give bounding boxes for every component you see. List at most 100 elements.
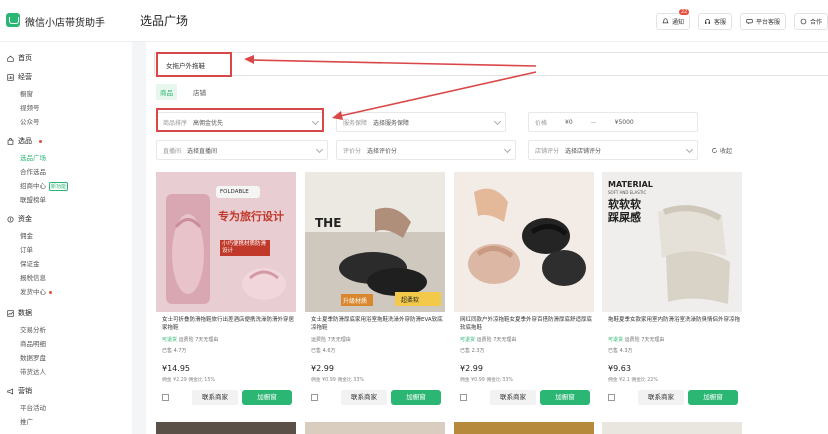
home-icon bbox=[7, 55, 14, 62]
sidebar-item-promotion[interactable]: 推广 bbox=[20, 416, 33, 426]
product-title[interactable]: 拖鞋夏季女款家用室内防滑浴室洗澡防臭情侣外穿凉拖 bbox=[608, 316, 740, 324]
tab-stores[interactable]: 店铺 bbox=[189, 84, 210, 100]
add-to-showcase-button[interactable]: 加橱窗 bbox=[688, 390, 738, 405]
sidebar-item-shipping-center[interactable]: 发货中心 bbox=[20, 286, 52, 296]
sidebar-group-marketing[interactable]: 营销 bbox=[7, 386, 32, 396]
qr-icon[interactable] bbox=[162, 394, 169, 401]
sidebar-item-showcase[interactable]: 橱窗 bbox=[20, 88, 33, 98]
add-to-showcase-button[interactable]: 加橱窗 bbox=[540, 390, 590, 405]
product-image[interactable]: FOLDABLE 专为旅行设计 小巧便携材质防滑设计 bbox=[156, 172, 296, 312]
rating-select[interactable]: 评价分 选择评价分 bbox=[336, 140, 516, 160]
qr-icon[interactable] bbox=[311, 394, 318, 401]
sidebar-item-official-account[interactable]: 公众号 bbox=[20, 116, 40, 126]
platform-service-button[interactable]: 平台客服 bbox=[739, 13, 786, 30]
product-card[interactable]: MATERIAL SOFT AND ELASTIC 软软软 踩屎感 拖鞋夏季女款… bbox=[602, 172, 742, 412]
filter-label: 服务保障 bbox=[343, 119, 368, 127]
sidebar-item-label: 招商中心 bbox=[20, 182, 46, 190]
handshake-icon bbox=[800, 18, 807, 25]
notification-dot bbox=[49, 290, 52, 294]
add-to-showcase-button[interactable]: 加橱窗 bbox=[391, 390, 441, 405]
product-tags: 可退货 运费险 7天无理由 bbox=[608, 336, 664, 343]
product-image[interactable]: THE 升级材质 超柔软 bbox=[305, 172, 445, 312]
product-commission: 佣金 ¥0.99 佣金比 33% bbox=[311, 378, 364, 383]
product-image-partial[interactable] bbox=[602, 422, 742, 434]
sidebar-group-operations[interactable]: 经营 bbox=[7, 72, 32, 82]
sidebar-item-trade-analysis[interactable]: 交易分析 bbox=[20, 324, 46, 334]
collapse-label: 收起 bbox=[720, 148, 733, 155]
product-image[interactable] bbox=[454, 172, 594, 312]
cooperation-label: 合作 bbox=[809, 19, 822, 26]
card-actions: 联系商家 加橱窗 bbox=[160, 390, 296, 406]
sidebar-item-product-details[interactable]: 商品明细 bbox=[20, 338, 46, 348]
notifications-button[interactable]: 通知 22 bbox=[655, 9, 690, 30]
sidebar-item-data-compass[interactable]: 数据罗盘 bbox=[20, 352, 46, 362]
sidebar-group-home[interactable]: 首页 bbox=[7, 53, 32, 63]
live-room-select[interactable]: 直播间 选择直播间 bbox=[156, 140, 328, 160]
service-select[interactable]: 服务保障 选择服务保障 bbox=[336, 112, 506, 132]
image-subline: 小巧便携材质防滑设计 bbox=[220, 240, 270, 256]
contact-merchant-button[interactable]: 联系商家 bbox=[341, 390, 387, 405]
sidebar-group-label: 经营 bbox=[18, 73, 32, 81]
sidebar-group-data[interactable]: 数据 bbox=[7, 308, 32, 318]
contact-merchant-button[interactable]: 联系商家 bbox=[192, 390, 238, 405]
sidebar-item-deposit[interactable]: 保证金 bbox=[20, 258, 40, 268]
qr-icon[interactable] bbox=[608, 394, 615, 401]
sidebar-item-channels[interactable]: 视频号 bbox=[20, 102, 40, 112]
tag: 运费险 bbox=[178, 337, 194, 343]
sidebar-item-alliance-list[interactable]: 联盟榜单 bbox=[20, 194, 46, 204]
platform-service-label: 平台客服 bbox=[755, 19, 780, 26]
product-title[interactable]: 女士可折叠防滑拖鞋旅行出差酒店便携洗澡防滑外穿居家拖鞋 bbox=[162, 316, 294, 332]
add-to-showcase-button[interactable]: 加橱窗 bbox=[242, 390, 292, 405]
sidebar-group-funds[interactable]: 资金 bbox=[7, 214, 32, 224]
refresh-icon bbox=[712, 148, 717, 153]
product-tags: 可退货 运费险 7天无理由 bbox=[460, 336, 516, 343]
product-price: ¥2.99 bbox=[311, 364, 334, 373]
collapse-filters-button[interactable]: 收起 bbox=[711, 146, 732, 155]
store-rating-select[interactable]: 店铺评分 选择店铺评分 bbox=[528, 140, 698, 160]
notification-dot bbox=[39, 139, 42, 143]
product-card[interactable]: THE 升级材质 超柔软 女士夏季防滑厚底家用浴室拖鞋洗澡外穿防滑EVA软底凉拖… bbox=[305, 172, 445, 412]
tag: 可退货 bbox=[460, 337, 476, 343]
app-title: 微信小店带货助手 bbox=[25, 18, 105, 29]
qr-icon[interactable] bbox=[460, 394, 467, 401]
sidebar-item-commission[interactable]: 佣金 bbox=[20, 230, 33, 240]
megaphone-icon bbox=[7, 387, 13, 395]
image-headline: THE bbox=[315, 216, 342, 230]
sidebar-item-top-sellers[interactable]: 带货达人 bbox=[20, 366, 46, 376]
new-feature-tag: 新功能 bbox=[49, 182, 69, 191]
sidebar-item-orders[interactable]: 订单 bbox=[20, 244, 33, 254]
sidebar-item-platform-activities[interactable]: 平台活动 bbox=[20, 402, 46, 412]
product-image-partial[interactable] bbox=[454, 422, 594, 434]
sidebar-item-merchant-center[interactable]: 招商中心 新功能 bbox=[20, 180, 69, 191]
chat-icon bbox=[746, 19, 753, 25]
search-input[interactable] bbox=[154, 52, 828, 76]
product-image-partial[interactable] bbox=[156, 422, 296, 434]
filter-value: 选择店铺评分 bbox=[565, 147, 602, 155]
product-title[interactable]: 网红同款户外凉拖鞋女夏季外穿百搭防滑厚底舒适厚底软底拖鞋 bbox=[460, 316, 592, 332]
sidebar-item-cooperation-selection[interactable]: 合作选品 bbox=[20, 166, 46, 176]
product-card[interactable]: FOLDABLE 专为旅行设计 小巧便携材质防滑设计 女士可折叠防滑拖鞋旅行出差… bbox=[156, 172, 296, 412]
notification-badge: 22 bbox=[678, 9, 690, 15]
sidebar-item-tax-info[interactable]: 报税信息 bbox=[20, 272, 46, 282]
contact-merchant-button[interactable]: 联系商家 bbox=[638, 390, 684, 405]
customer-service-button[interactable]: 客服 bbox=[697, 13, 732, 30]
card-actions: 联系商家 加橱窗 bbox=[606, 390, 742, 406]
tag: 7天无理由 bbox=[327, 337, 351, 343]
product-title[interactable]: 女士夏季防滑厚底家用浴室拖鞋洗澡外穿防滑EVA软底凉拖鞋 bbox=[311, 316, 443, 332]
cooperation-button[interactable]: 合作 bbox=[793, 13, 828, 30]
product-image-partial[interactable] bbox=[305, 422, 445, 434]
contact-merchant-button[interactable]: 联系商家 bbox=[490, 390, 536, 405]
chevron-down-icon bbox=[493, 117, 502, 126]
sidebar-group-label: 营销 bbox=[18, 387, 32, 395]
product-card[interactable]: 网红同款户外凉拖鞋女夏季外穿百搭防滑厚底舒适厚底软底拖鞋 可退货 运费险 7天无… bbox=[454, 172, 594, 412]
sidebar-group-selection[interactable]: 选品 bbox=[7, 136, 42, 146]
tab-bar: 商品 店铺 bbox=[156, 84, 210, 100]
price-range[interactable]: 价格 ¥0 — ¥5000 bbox=[528, 112, 698, 132]
price-max-input[interactable]: ¥5000 bbox=[615, 119, 634, 126]
tag: 运费险 bbox=[476, 337, 492, 343]
tab-products[interactable]: 商品 bbox=[156, 84, 177, 100]
chart-icon bbox=[7, 73, 14, 81]
price-min-input[interactable]: ¥0 bbox=[565, 119, 573, 126]
sidebar-item-selection-square[interactable]: 选品广场 bbox=[20, 152, 46, 162]
product-image[interactable]: MATERIAL SOFT AND ELASTIC 软软软 踩屎感 bbox=[602, 172, 742, 312]
